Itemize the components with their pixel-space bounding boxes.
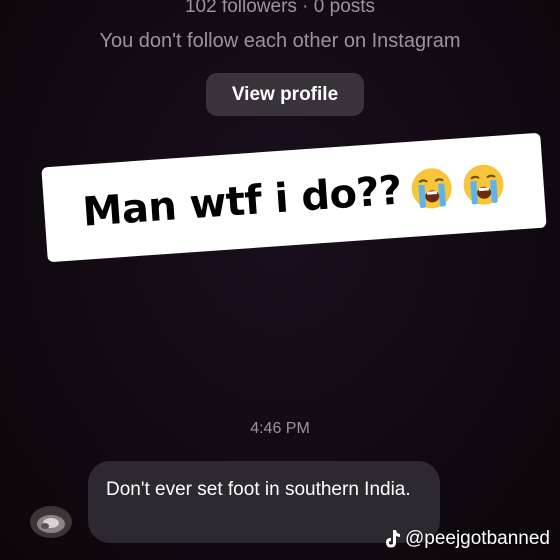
follow-status-note: You don't follow each other on Instagram — [99, 30, 461, 52]
tiktok-icon — [385, 530, 400, 548]
caption-text: Man wtf i do?? — [81, 167, 404, 236]
avatar-image — [30, 506, 72, 538]
video-caption-overlay: Man wtf i do?? — [41, 132, 547, 263]
dm-thread-screen: 102 followers · 0 posts You don't follow… — [0, 0, 560, 560]
watermark-handle: @peejgotbanned — [404, 528, 550, 549]
loudly-crying-face-icon — [411, 167, 452, 208]
profile-stats: 102 followers · 0 posts — [184, 0, 376, 17]
message-timestamp: 4:46 PM — [250, 420, 310, 437]
sender-avatar[interactable] — [30, 506, 72, 538]
tiktok-watermark: @peejgotbanned — [383, 528, 550, 550]
view-profile-button[interactable]: View profile — [206, 73, 364, 116]
loudly-crying-face-icon — [463, 164, 504, 205]
